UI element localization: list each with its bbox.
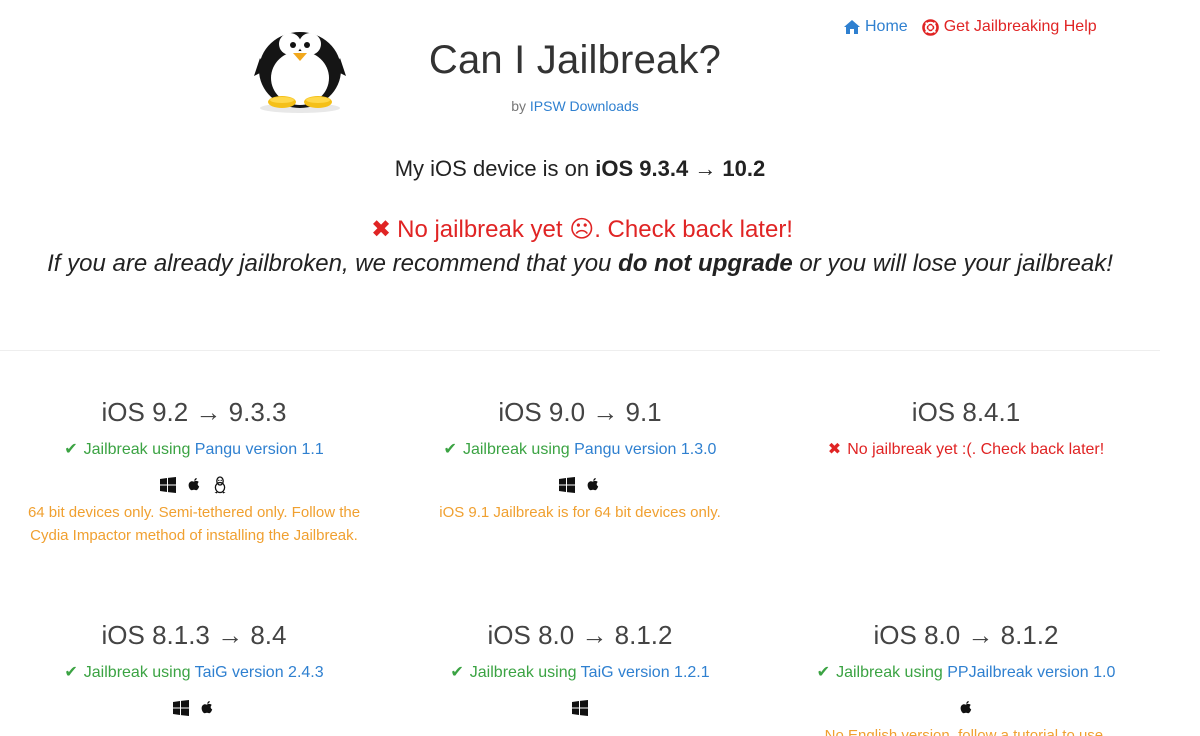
apple-icon [958, 700, 974, 716]
tool-link[interactable]: PPJailbreak version 1.0 [947, 664, 1115, 681]
apple-icon [585, 477, 601, 493]
status-prefix: Jailbreak using [469, 664, 577, 681]
version-status: ✔ Jailbreak using Pangu version 1.3.0 [395, 439, 765, 461]
version-card: iOS 8.0 → 8.1.2 ✔ Jailbreak using TaiG ve… [395, 618, 765, 718]
cross-icon: ✖ [827, 441, 842, 458]
version-note: 64 bit devices only. Semi-tethered only.… [27, 504, 361, 544]
version-title: iOS 8.0 → 8.1.2 [487, 620, 673, 650]
version-title: iOS 8.4.1 [911, 397, 1021, 427]
home-link[interactable]: Home [844, 18, 908, 36]
check-icon: ✔ [450, 664, 464, 681]
platform-icons [9, 698, 379, 718]
version-status: ✔ Jailbreak using TaiG version 1.2.1 [395, 662, 765, 684]
apple-icon [199, 700, 215, 716]
version-status: ✔ Jailbreak using Pangu version 1.1 [9, 439, 379, 461]
section-divider [0, 350, 1160, 351]
lifebuoy-icon [921, 18, 939, 36]
version-card: iOS 8.0 → 8.1.2 ✔ Jailbreak using PPJailb… [781, 618, 1151, 736]
tool-link[interactable]: TaiG version 1.2.1 [581, 664, 710, 681]
check-icon: ✔ [64, 441, 78, 458]
platform-icons [9, 475, 379, 495]
apple-icon [186, 477, 202, 493]
help-link-label: Get Jailbreaking Help [943, 18, 1097, 35]
version-note: No English version, follow a tutorial to… [824, 727, 1108, 736]
version-title: iOS 8.1.3 → 8.4 [101, 620, 287, 650]
status-message: No jailbreak yet ☹. Check back later! [397, 216, 793, 243]
advice-bold: do not upgrade [618, 250, 793, 277]
check-icon: ✔ [443, 441, 457, 458]
version-card: iOS 9.2 → 9.3.3 ✔ Jailbreak using Pangu v… [9, 395, 379, 547]
status-prefix: Jailbreak using [83, 664, 191, 681]
help-link[interactable]: Get Jailbreaking Help [921, 18, 1097, 36]
platform-icons [395, 475, 765, 495]
byline: by IPSW Downloads [0, 98, 1150, 114]
platform-icons [781, 698, 1151, 718]
tool-link[interactable]: Pangu version 1.1 [195, 441, 324, 458]
device-version-line: My iOS device is on iOS 9.3.4 → 10.2 [0, 156, 1160, 182]
advice-after: or you will lose your jailbreak! [799, 250, 1113, 277]
home-icon [844, 20, 860, 34]
home-link-label: Home [865, 18, 908, 35]
advice-before: If you are already jailbroken, we recomm… [47, 250, 612, 277]
platform-icons [395, 698, 765, 718]
windows-icon [173, 700, 189, 716]
status-prefix: Jailbreak using [836, 664, 943, 681]
status-prefix: Jailbreak using [83, 441, 191, 458]
windows-icon [572, 700, 588, 716]
byline-prefix: by [511, 98, 526, 114]
version-card: iOS 8.4.1 ✖ No jailbreak yet :(. Check ba… [781, 395, 1151, 461]
page-title: Can I Jailbreak? [428, 38, 722, 82]
ipsw-downloads-link[interactable]: IPSW Downloads [530, 98, 639, 114]
version-title: iOS 8.0 → 8.1.2 [873, 620, 1059, 650]
windows-icon [559, 477, 575, 493]
version-title: iOS 9.0 → 9.1 [498, 397, 662, 427]
version-status: ✔ Jailbreak using TaiG version 2.4.3 [9, 662, 379, 684]
tool-link[interactable]: TaiG version 2.4.3 [195, 664, 324, 681]
jailbreak-status: ✖ No jailbreak yet ☹. Check back later! [0, 215, 1164, 244]
version-status: ✔ Jailbreak using PPJailbreak version 1.0 [781, 662, 1151, 684]
version-card: iOS 8.1.3 → 8.4 ✔ Jailbreak using TaiG ve… [9, 618, 379, 718]
upgrade-advice: If you are already jailbroken, we recomm… [0, 250, 1160, 278]
check-icon: ✔ [64, 664, 78, 681]
check-icon: ✔ [816, 664, 831, 681]
cross-icon: ✖ [371, 216, 392, 243]
version-note: iOS 9.1 Jailbreak is for 64 bit devices … [439, 504, 721, 521]
top-nav: Home Get Jailbreaking Help [844, 18, 1097, 36]
version-card: iOS 9.0 → 9.1 ✔ Jailbreak using Pangu ver… [395, 395, 765, 524]
device-prefix: My iOS device is on [394, 156, 590, 181]
tool-link[interactable]: Pangu version 1.3.0 [574, 441, 716, 458]
device-version: iOS 9.3.4 → 10.2 [595, 156, 766, 181]
linux-icon [212, 476, 228, 494]
page: Home Get Jailbreaking Help Can I Jailbre… [0, 0, 1200, 736]
status-message: No jailbreak yet :(. Check back later! [847, 441, 1105, 458]
status-prefix: Jailbreak using [462, 441, 570, 458]
version-status: ✖ No jailbreak yet :(. Check back later! [781, 439, 1151, 461]
windows-icon [160, 477, 176, 493]
version-title: iOS 9.2 → 9.3.3 [101, 397, 287, 427]
